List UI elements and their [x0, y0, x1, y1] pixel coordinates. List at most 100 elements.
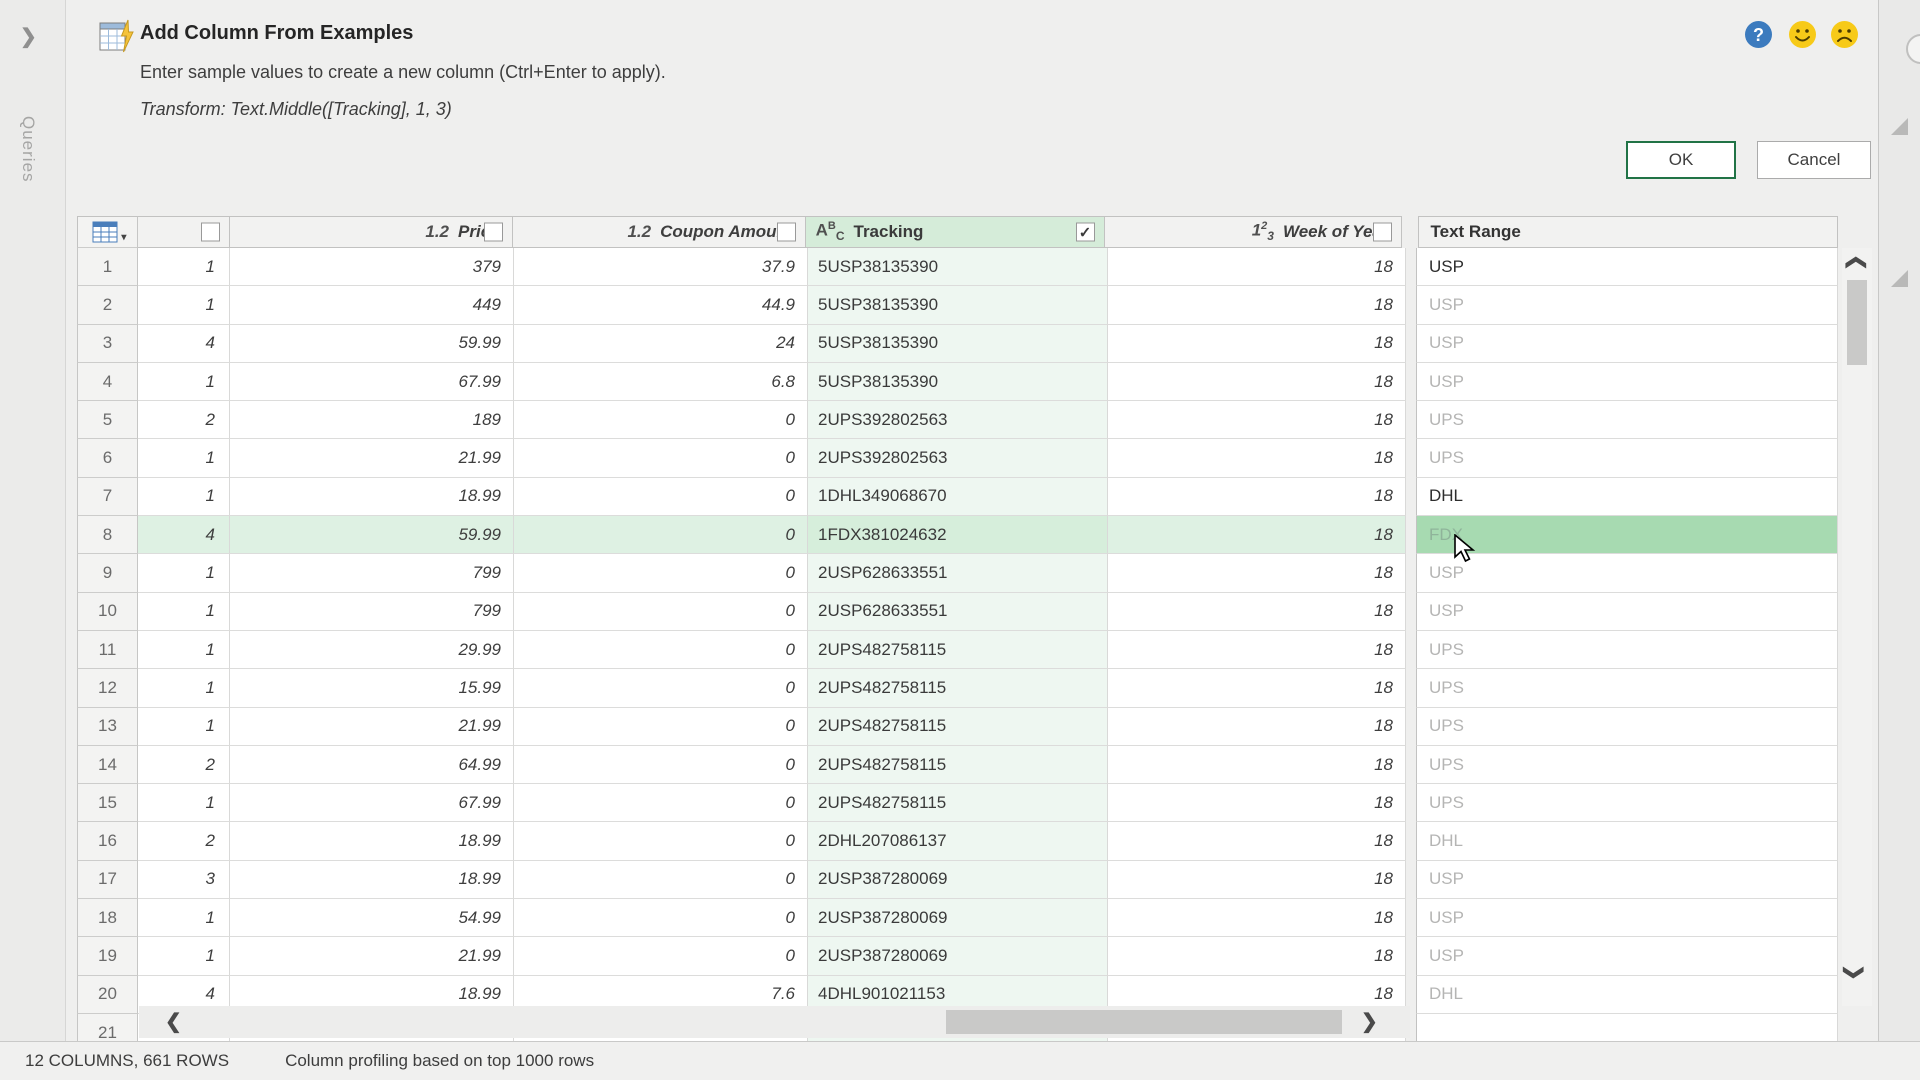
cell-text-range[interactable]: UPS	[1416, 669, 1838, 707]
column-gap	[1406, 669, 1416, 707]
cell-week-of-year: 18	[1108, 363, 1406, 401]
scroll-up-icon[interactable]: ❯	[1842, 254, 1867, 271]
cell-coupon-amount: 0	[514, 516, 808, 554]
add-column-from-examples-icon	[99, 19, 135, 58]
vertical-scrollbar[interactable]: ❯ ❯	[1842, 248, 1872, 1006]
vertical-scrollbar-thumb[interactable]	[1847, 280, 1867, 365]
cell-text-range[interactable]: DHL	[1416, 478, 1838, 516]
column-checkbox[interactable]	[201, 223, 220, 242]
cell-price: 379	[230, 248, 514, 286]
cell-text-range[interactable]: UPS	[1416, 631, 1838, 669]
cell-tracking: 5USP38135390	[808, 286, 1108, 324]
cell-tracking: 2UPS482758115	[808, 784, 1108, 822]
column-checkbox[interactable]	[1373, 223, 1392, 242]
cell-price: 54.99	[230, 899, 514, 937]
cell-tracking: 2USP628633551	[808, 593, 1108, 631]
cell-text-range[interactable]: UPS	[1416, 401, 1838, 439]
cell-text-range[interactable]: USP	[1416, 286, 1838, 324]
cell-quantity: 1	[138, 478, 230, 516]
row-number: 4	[77, 363, 138, 401]
cancel-button[interactable]: Cancel	[1757, 141, 1871, 179]
cell-quantity: 1	[138, 593, 230, 631]
row-number: 21	[77, 1014, 138, 1041]
cell-text-range[interactable]: USP	[1416, 363, 1838, 401]
column-gap	[1406, 478, 1416, 516]
cell-empty	[1416, 1014, 1838, 1041]
cell-quantity: 1	[138, 248, 230, 286]
cell-coupon-amount: 37.9	[514, 248, 808, 286]
column-header-week-of-year[interactable]: 123Week of Year	[1105, 216, 1402, 248]
row-number: 7	[77, 478, 138, 516]
cell-week-of-year: 18	[1108, 478, 1406, 516]
dialog-subtitle: Enter sample values to create a new colu…	[140, 62, 666, 83]
smiley-face-icon[interactable]	[1788, 20, 1817, 49]
cell-quantity: 1	[138, 937, 230, 975]
resize-handle-icon[interactable]	[1891, 118, 1908, 135]
cell-tracking: 2USP387280069	[808, 899, 1108, 937]
table-row: 17318.9902USP38728006918USP	[77, 861, 1838, 899]
cell-text-range[interactable]: UPS	[1416, 746, 1838, 784]
column-gap	[1406, 439, 1416, 477]
table-row: 12115.9902UPS48275811518UPS	[77, 669, 1838, 707]
table-row: 9179902USP62863355118USP	[77, 554, 1838, 592]
cell-price: 189	[230, 401, 514, 439]
cell-tracking: 5USP38135390	[808, 325, 1108, 363]
column-gap	[1406, 631, 1416, 669]
ok-button[interactable]: OK	[1626, 141, 1736, 179]
cell-week-of-year: 18	[1108, 325, 1406, 363]
cell-text-range[interactable]: DHL	[1416, 822, 1838, 860]
cell-text-range[interactable]: USP	[1416, 937, 1838, 975]
cell-tracking: 2UPS482758115	[808, 708, 1108, 746]
column-checkbox[interactable]	[777, 223, 796, 242]
column-gap	[1406, 401, 1416, 439]
scroll-right-icon[interactable]: ❯	[1361, 1009, 1378, 1034]
horizontal-scrollbar-thumb[interactable]	[946, 1010, 1342, 1034]
expand-queries-chevron-icon[interactable]: ❯	[20, 24, 37, 49]
column-type-icon: ABC	[816, 220, 845, 243]
column-type-icon: 1.2	[425, 222, 449, 242]
cell-tracking: 2UPS392802563	[808, 439, 1108, 477]
column-gap	[1406, 593, 1416, 631]
cell-text-range[interactable]: USP	[1416, 861, 1838, 899]
scroll-left-icon[interactable]: ❮	[165, 1009, 182, 1034]
column-header-price[interactable]: 1.2Price	[230, 216, 513, 248]
cell-coupon-amount: 0	[514, 822, 808, 860]
horizontal-scrollbar[interactable]: ❮ ❯	[139, 1006, 1410, 1038]
resize-handle-icon[interactable]	[1891, 270, 1908, 287]
column-checkbox[interactable]: ✓	[1076, 223, 1095, 242]
cell-text-range[interactable]: UPS	[1416, 784, 1838, 822]
cell-tracking: 2USP628633551	[808, 554, 1108, 592]
column-gap	[1406, 784, 1416, 822]
cell-coupon-amount: 0	[514, 439, 808, 477]
cell-text-range[interactable]: UPS	[1416, 708, 1838, 746]
column-gap	[1406, 286, 1416, 324]
scroll-down-icon[interactable]: ❯	[1842, 964, 1867, 981]
column-header-coupon-amount[interactable]: 1.2Coupon Amount	[513, 216, 806, 248]
cell-coupon-amount: 44.9	[514, 286, 808, 324]
column-gap	[1406, 708, 1416, 746]
cell-price: 799	[230, 554, 514, 592]
cell-week-of-year: 18	[1108, 861, 1406, 899]
column-header-unnamed[interactable]	[138, 216, 230, 248]
cell-week-of-year: 18	[1108, 516, 1406, 554]
cell-text-range[interactable]: USP	[1416, 899, 1838, 937]
frowny-face-icon[interactable]	[1830, 20, 1859, 49]
table-options-button[interactable]: ▾	[77, 216, 138, 248]
cell-text-range[interactable]: USP	[1416, 593, 1838, 631]
column-type-icon: 1.2	[627, 222, 651, 242]
help-icon[interactable]: ?	[1744, 20, 1773, 49]
cell-text-range[interactable]: USP	[1416, 248, 1838, 286]
row-number: 5	[77, 401, 138, 439]
cell-quantity: 1	[138, 669, 230, 707]
cell-price: 67.99	[230, 784, 514, 822]
cell-text-range[interactable]: DHL	[1416, 976, 1838, 1014]
column-header-tracking[interactable]: ABCTracking✓	[806, 216, 1105, 248]
cell-coupon-amount: 0	[514, 401, 808, 439]
row-number: 13	[77, 708, 138, 746]
column-checkbox[interactable]	[484, 223, 503, 242]
cell-text-range[interactable]: USP	[1416, 325, 1838, 363]
column-header-text-range[interactable]: Text Range	[1418, 216, 1838, 248]
column-gap	[1402, 216, 1418, 248]
cell-text-range[interactable]: UPS	[1416, 439, 1838, 477]
cell-quantity: 2	[138, 746, 230, 784]
